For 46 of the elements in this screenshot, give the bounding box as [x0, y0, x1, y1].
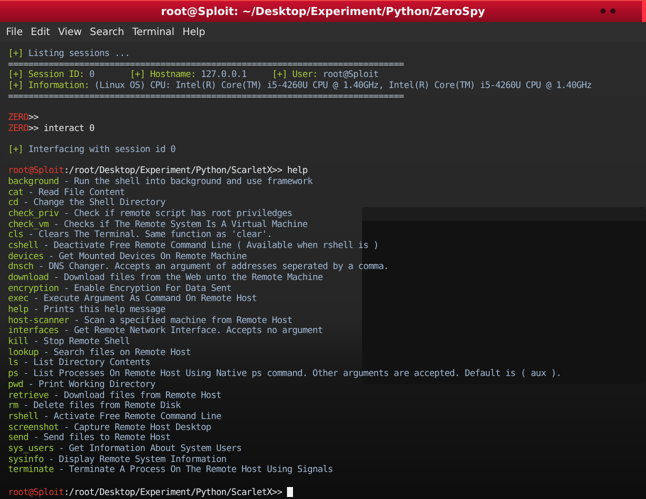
terminal-line: [+] Listing sessions ...	[8, 49, 130, 60]
terminal-line: encryption - Enable Encryption For Data Sent	[8, 284, 232, 294]
terminal-line: devices - Get Mounted Devices On Remote Machine	[8, 252, 247, 262]
terminal-line: [+] Session ID: 0 [+] Hostname: 127.0.0.1 [+] User: root@Sploit	[8, 70, 379, 81]
terminal-line: check_vm - Checks if The Remote System Is A Virtual Machine	[8, 220, 308, 230]
terminal-line: rm - Delete files from Remote Disk	[8, 401, 181, 412]
terminal-line: cat - Read File Content	[8, 188, 125, 198]
window-title: root@Sploit: ~/Desktop/Experiment/Python/ZeroSpy	[160, 5, 486, 18]
menu-item[interactable]: File	[2, 26, 27, 38]
terminal-line: root@Sploit:/root/Desktop/Experiment/Python/ScarletX>> help	[8, 166, 308, 177]
terminal-line: host-scanner - Scan a specified machine from Remote Host	[8, 316, 292, 326]
terminal-line: interfaces - Get Remote Network Interface. Accepts no argument	[8, 326, 323, 337]
terminal-line: ZERO>>	[8, 113, 38, 124]
terminal-line: help - Prints this help message	[8, 305, 166, 316]
menu-item[interactable]: Help	[178, 26, 210, 38]
terminal-line: pwd - Print Working Directory	[8, 380, 156, 390]
terminal-line: [+] Interfacing with session id 0	[8, 145, 176, 156]
window-edge-stripe	[642, 1, 646, 22]
terminal-line: root@Sploit:/root/Desktop/Experiment/Python/ScarletX>>	[8, 486, 294, 498]
terminal-line: lookup - Search files on Remote Host	[8, 348, 191, 358]
terminal-line: download - Download files from the Web unto the Remote Machine	[8, 273, 323, 284]
terminal-line: cls - Clears The Terminal. Same function as 'clear'.	[8, 230, 272, 241]
terminal-line: send - Send files to Remote Host	[8, 433, 170, 444]
terminal-line: exec - Execute Argument As Command On Remote Host	[8, 294, 257, 305]
terminal-line: terminate - Terminate A Process On The Remote Host Using Signals	[8, 465, 333, 476]
terminal-line: check_priv - Check if remote script has root priviledges	[8, 209, 292, 220]
terminal-line: dnsch - DNS Changer. Accepts an argument of addresses seperated by a comma.	[8, 262, 389, 273]
terminal-line: [+] Information: (Linux OS) CPU: Intel(R) Core(TM) i5-4260U CPU @ 1.40GHz, Intel(R) Core(TM) i5-4260U CPU @ 1.40GHz	[8, 81, 592, 92]
menu-item[interactable]: View	[54, 26, 86, 38]
separator-line: ==============================================================================	[8, 92, 404, 102]
terminal-line: sys_users - Get Information About System Users	[8, 444, 242, 455]
terminal-line: cshell - Deactivate Free Remote Command Line ( Available when rshell is )	[8, 241, 378, 252]
terminal-line: rshell - Activate Free Remote Command Line	[8, 412, 222, 423]
terminal-line: cd - Change the Shell Directory	[8, 198, 166, 209]
menu-item[interactable]: Edit	[26, 26, 54, 38]
menu-item[interactable]: Search	[86, 26, 128, 38]
terminal-line: background - Run the shell into background and use framework	[8, 177, 312, 188]
terminal-line: ZERO>> interact 0	[8, 124, 94, 134]
terminal-line: screenshot - Capture Remote Host Desktop	[8, 422, 211, 433]
terminal-line: ls - List Directory Contents	[8, 358, 150, 369]
terminal-line: retrieve - Download files from Remote Host	[8, 390, 222, 401]
terminal-line: sysinfo - Display Remote System Information	[8, 454, 226, 465]
separator-line: ==============================================================================	[8, 60, 404, 70]
terminal-line: kill - Stop Remote Shell	[8, 337, 130, 348]
menu-item[interactable]: Terminal	[128, 26, 178, 38]
terminal-line: ps - List Processes On Remote Host Using Native ps command. Other arguments are accepted. Default is ( aux ).	[8, 369, 562, 380]
